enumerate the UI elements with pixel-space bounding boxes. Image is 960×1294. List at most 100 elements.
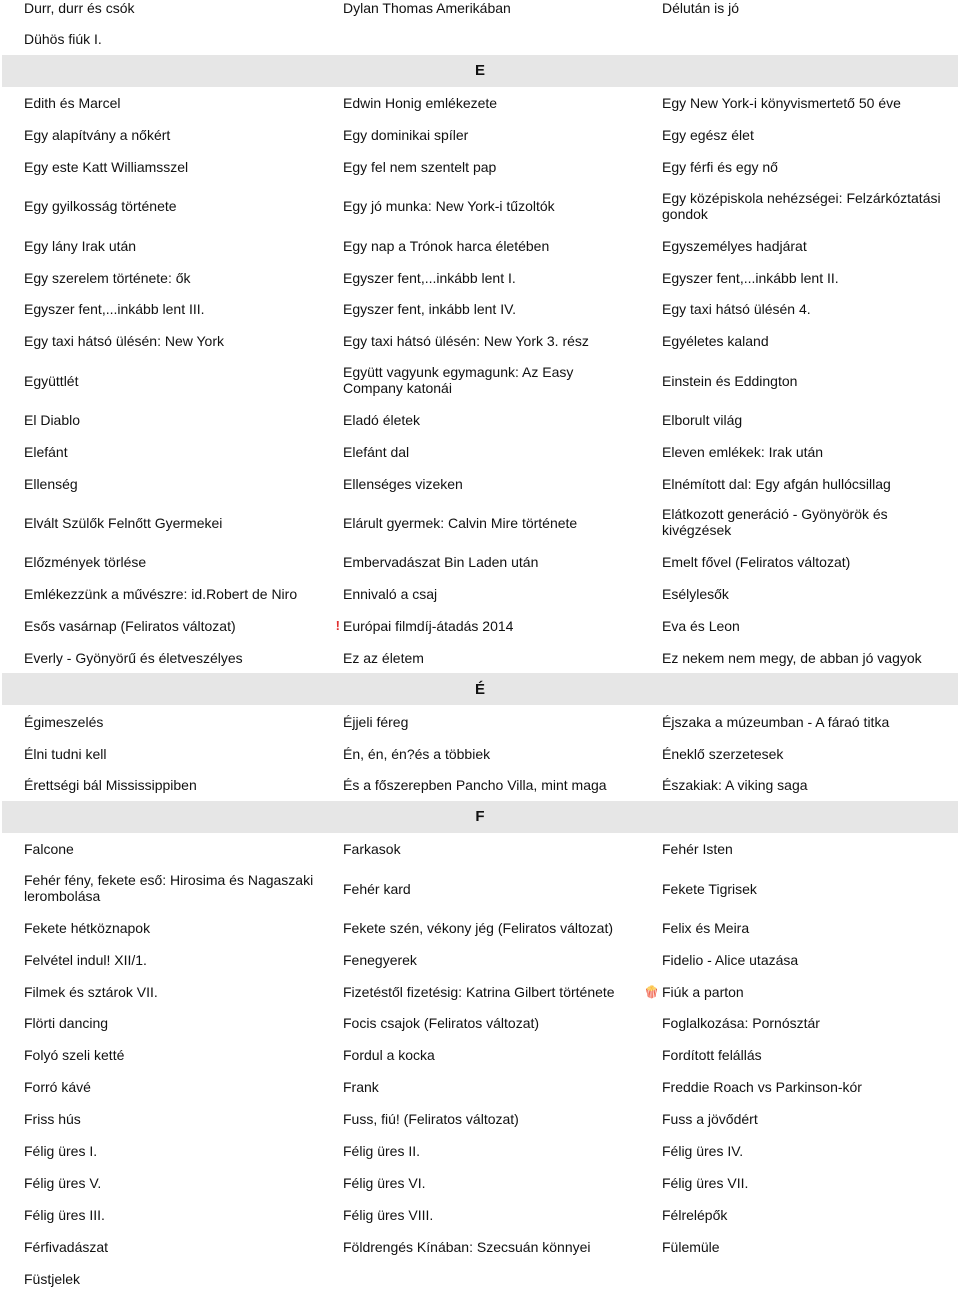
title-link[interactable]: Fordul a kocka bbox=[343, 1047, 435, 1063]
title-link[interactable]: Egy gyilkosság története bbox=[24, 198, 177, 214]
title-link[interactable]: Egyszer fent,...inkább lent II. bbox=[662, 270, 839, 286]
title-link[interactable]: Fehér Isten bbox=[662, 841, 733, 857]
title-link[interactable]: Flörti dancing bbox=[24, 1015, 108, 1031]
title-link[interactable]: Falcone bbox=[24, 841, 74, 857]
title-link[interactable]: Félig üres VIII. bbox=[343, 1207, 433, 1223]
title-link[interactable]: Fekete Tigrisek bbox=[662, 881, 757, 897]
title-link[interactable]: Egyszemélyes hadjárat bbox=[662, 238, 807, 254]
title-link[interactable]: Forró kávé bbox=[24, 1079, 91, 1095]
title-link[interactable]: Félrelépők bbox=[662, 1207, 727, 1223]
title-link[interactable]: Félig üres VI. bbox=[343, 1175, 425, 1191]
title-link[interactable]: Félig üres III. bbox=[24, 1207, 105, 1223]
title-link[interactable]: Foglalkozása: Pornósztár bbox=[662, 1015, 820, 1031]
title-link[interactable]: Elátkozott generáció - Gyönyörök és kivé… bbox=[662, 506, 888, 538]
title-link[interactable]: Egy szerelem története: ők bbox=[24, 270, 191, 286]
title-link[interactable]: Emelt fővel (Feliratos változat) bbox=[662, 554, 850, 570]
title-link[interactable]: Egy fel nem szentelt pap bbox=[343, 159, 496, 175]
title-link[interactable]: Éneklő szerzetesek bbox=[662, 746, 783, 762]
title-link[interactable]: Ennivaló a csaj bbox=[343, 586, 437, 602]
title-link[interactable]: Fülemüle bbox=[662, 1239, 720, 1255]
title-link[interactable]: Egy dominikai spíler bbox=[343, 127, 468, 143]
title-link[interactable]: Európai filmdíj-átadás 2014 bbox=[343, 618, 513, 634]
title-link[interactable]: Edwin Honig emlékezete bbox=[343, 95, 497, 111]
title-link[interactable]: Egy lány Irak után bbox=[24, 238, 136, 254]
title-link[interactable]: Ez az életem bbox=[343, 650, 424, 666]
title-link[interactable]: Egy nap a Trónok harca életében bbox=[343, 238, 549, 254]
title-link[interactable]: Frank bbox=[343, 1079, 379, 1095]
title-link[interactable]: Előzmények törlése bbox=[24, 554, 146, 570]
title-link[interactable]: Ellenség bbox=[24, 476, 78, 492]
title-link[interactable]: Földrengés Kínában: Szecsuán könnyei bbox=[343, 1239, 591, 1255]
title-link[interactable]: Focis csajok (Feliratos változat) bbox=[343, 1015, 539, 1031]
title-link[interactable]: Felix és Meira bbox=[662, 920, 749, 936]
title-link[interactable]: Egy alapítvány a nőkért bbox=[24, 127, 170, 143]
title-link[interactable]: Esős vasárnap (Feliratos változat) bbox=[24, 618, 236, 634]
title-link[interactable]: Einstein és Eddington bbox=[662, 373, 797, 389]
title-link[interactable]: Egyszer fent,...inkább lent III. bbox=[24, 301, 205, 317]
title-link[interactable]: Együttlét bbox=[24, 373, 78, 389]
title-link[interactable]: Eva és Leon bbox=[662, 618, 740, 634]
title-link[interactable]: Egyéletes kaland bbox=[662, 333, 769, 349]
title-link[interactable]: Freddie Roach vs Parkinson-kór bbox=[662, 1079, 862, 1095]
title-link[interactable]: Embervadászat Bin Laden után bbox=[343, 554, 538, 570]
title-link[interactable]: Fordított felállás bbox=[662, 1047, 762, 1063]
title-link[interactable]: Egy egész élet bbox=[662, 127, 754, 143]
title-link[interactable]: Fiúk a parton bbox=[662, 984, 744, 1000]
title-link[interactable]: Folyó szeli ketté bbox=[24, 1047, 124, 1063]
title-link[interactable]: Fuss a jövődért bbox=[662, 1111, 758, 1127]
title-link[interactable]: Élni tudni kell bbox=[24, 746, 107, 762]
title-link[interactable]: Filmek és sztárok VII. bbox=[24, 984, 158, 1000]
title-link[interactable]: Dylan Thomas Amerikában bbox=[343, 0, 511, 16]
title-link[interactable]: Dühös fiúk I. bbox=[24, 31, 102, 47]
title-link[interactable]: Egy taxi hátsó ülésén 4. bbox=[662, 301, 811, 317]
title-link[interactable]: Égimeszelés bbox=[24, 714, 103, 730]
title-link[interactable]: Északiak: A viking saga bbox=[662, 777, 808, 793]
title-link[interactable]: Fekete hétköznapok bbox=[24, 920, 150, 936]
title-link[interactable]: Elnémított dal: Egy afgán hullócsillag bbox=[662, 476, 891, 492]
title-link[interactable]: Ellenséges vizeken bbox=[343, 476, 463, 492]
title-link[interactable]: Everly - Gyönyörű és életveszélyes bbox=[24, 650, 243, 666]
title-link[interactable]: Fehér fény, fekete eső: Hirosima és Naga… bbox=[24, 872, 313, 904]
title-link[interactable]: Elborult világ bbox=[662, 412, 742, 428]
title-link[interactable]: Edith és Marcel bbox=[24, 95, 120, 111]
title-link[interactable]: Farkasok bbox=[343, 841, 401, 857]
title-link[interactable]: Eleven emlékek: Irak után bbox=[662, 444, 823, 460]
title-link[interactable]: Félig üres IV. bbox=[662, 1143, 743, 1159]
title-link[interactable]: Esélylesők bbox=[662, 586, 729, 602]
title-link[interactable]: És a főszerepben Pancho Villa, mint maga bbox=[343, 777, 607, 793]
title-link[interactable]: Fizetéstől fizetésig: Katrina Gilbert tö… bbox=[343, 984, 615, 1000]
title-link[interactable]: Fehér kard bbox=[343, 881, 411, 897]
title-link[interactable]: Elefánt dal bbox=[343, 444, 409, 460]
title-link[interactable]: Fenegyerek bbox=[343, 952, 417, 968]
title-link[interactable]: Félig üres II. bbox=[343, 1143, 420, 1159]
title-link[interactable]: Egy jó munka: New York-i tűzoltók bbox=[343, 198, 555, 214]
title-link[interactable]: Elefánt bbox=[24, 444, 68, 460]
title-link[interactable]: Egy New York-i könyvismertető 50 éve bbox=[662, 95, 901, 111]
title-link[interactable]: Felvétel indul! XII/1. bbox=[24, 952, 147, 968]
title-link[interactable]: Félig üres V. bbox=[24, 1175, 101, 1191]
title-link[interactable]: Egyszer fent, inkább lent IV. bbox=[343, 301, 516, 317]
title-link[interactable]: Füstjelek bbox=[24, 1271, 80, 1287]
title-link[interactable]: Érettségi bál Mississippiben bbox=[24, 777, 197, 793]
title-link[interactable]: Férfivadászat bbox=[24, 1239, 108, 1255]
title-link[interactable]: Egy taxi hátsó ülésén: New York bbox=[24, 333, 224, 349]
title-link[interactable]: Egy férfi és egy nő bbox=[662, 159, 778, 175]
title-link[interactable]: Együtt vagyunk egymagunk: Az Easy Compan… bbox=[343, 364, 573, 396]
title-link[interactable]: Egyszer fent,...inkább lent I. bbox=[343, 270, 516, 286]
title-link[interactable]: Egy taxi hátsó ülésén: New York 3. rész bbox=[343, 333, 589, 349]
title-link[interactable]: Délután is jó bbox=[662, 0, 739, 16]
title-link[interactable]: Elárult gyermek: Calvin Mire története bbox=[343, 515, 577, 531]
title-link[interactable]: El Diablo bbox=[24, 412, 80, 428]
title-link[interactable]: Én, én, én?és a többiek bbox=[343, 746, 490, 762]
title-link[interactable]: Friss hús bbox=[24, 1111, 81, 1127]
title-link[interactable]: Egy este Katt Williamsszel bbox=[24, 159, 188, 175]
title-link[interactable]: Félig üres VII. bbox=[662, 1175, 748, 1191]
title-link[interactable]: Fuss, fiú! (Feliratos változat) bbox=[343, 1111, 519, 1127]
title-link[interactable]: Durr, durr és csók bbox=[24, 0, 134, 16]
title-link[interactable]: Félig üres I. bbox=[24, 1143, 97, 1159]
title-link[interactable]: Ez nekem nem megy, de abban jó vagyok bbox=[662, 650, 922, 666]
title-link[interactable]: Eladó életek bbox=[343, 412, 420, 428]
title-link[interactable]: Fekete szén, vékony jég (Feliratos válto… bbox=[343, 920, 613, 936]
title-link[interactable]: Fidelio - Alice utazása bbox=[662, 952, 798, 968]
title-link[interactable]: Elvált Szülők Felnőtt Gyermekei bbox=[24, 515, 222, 531]
